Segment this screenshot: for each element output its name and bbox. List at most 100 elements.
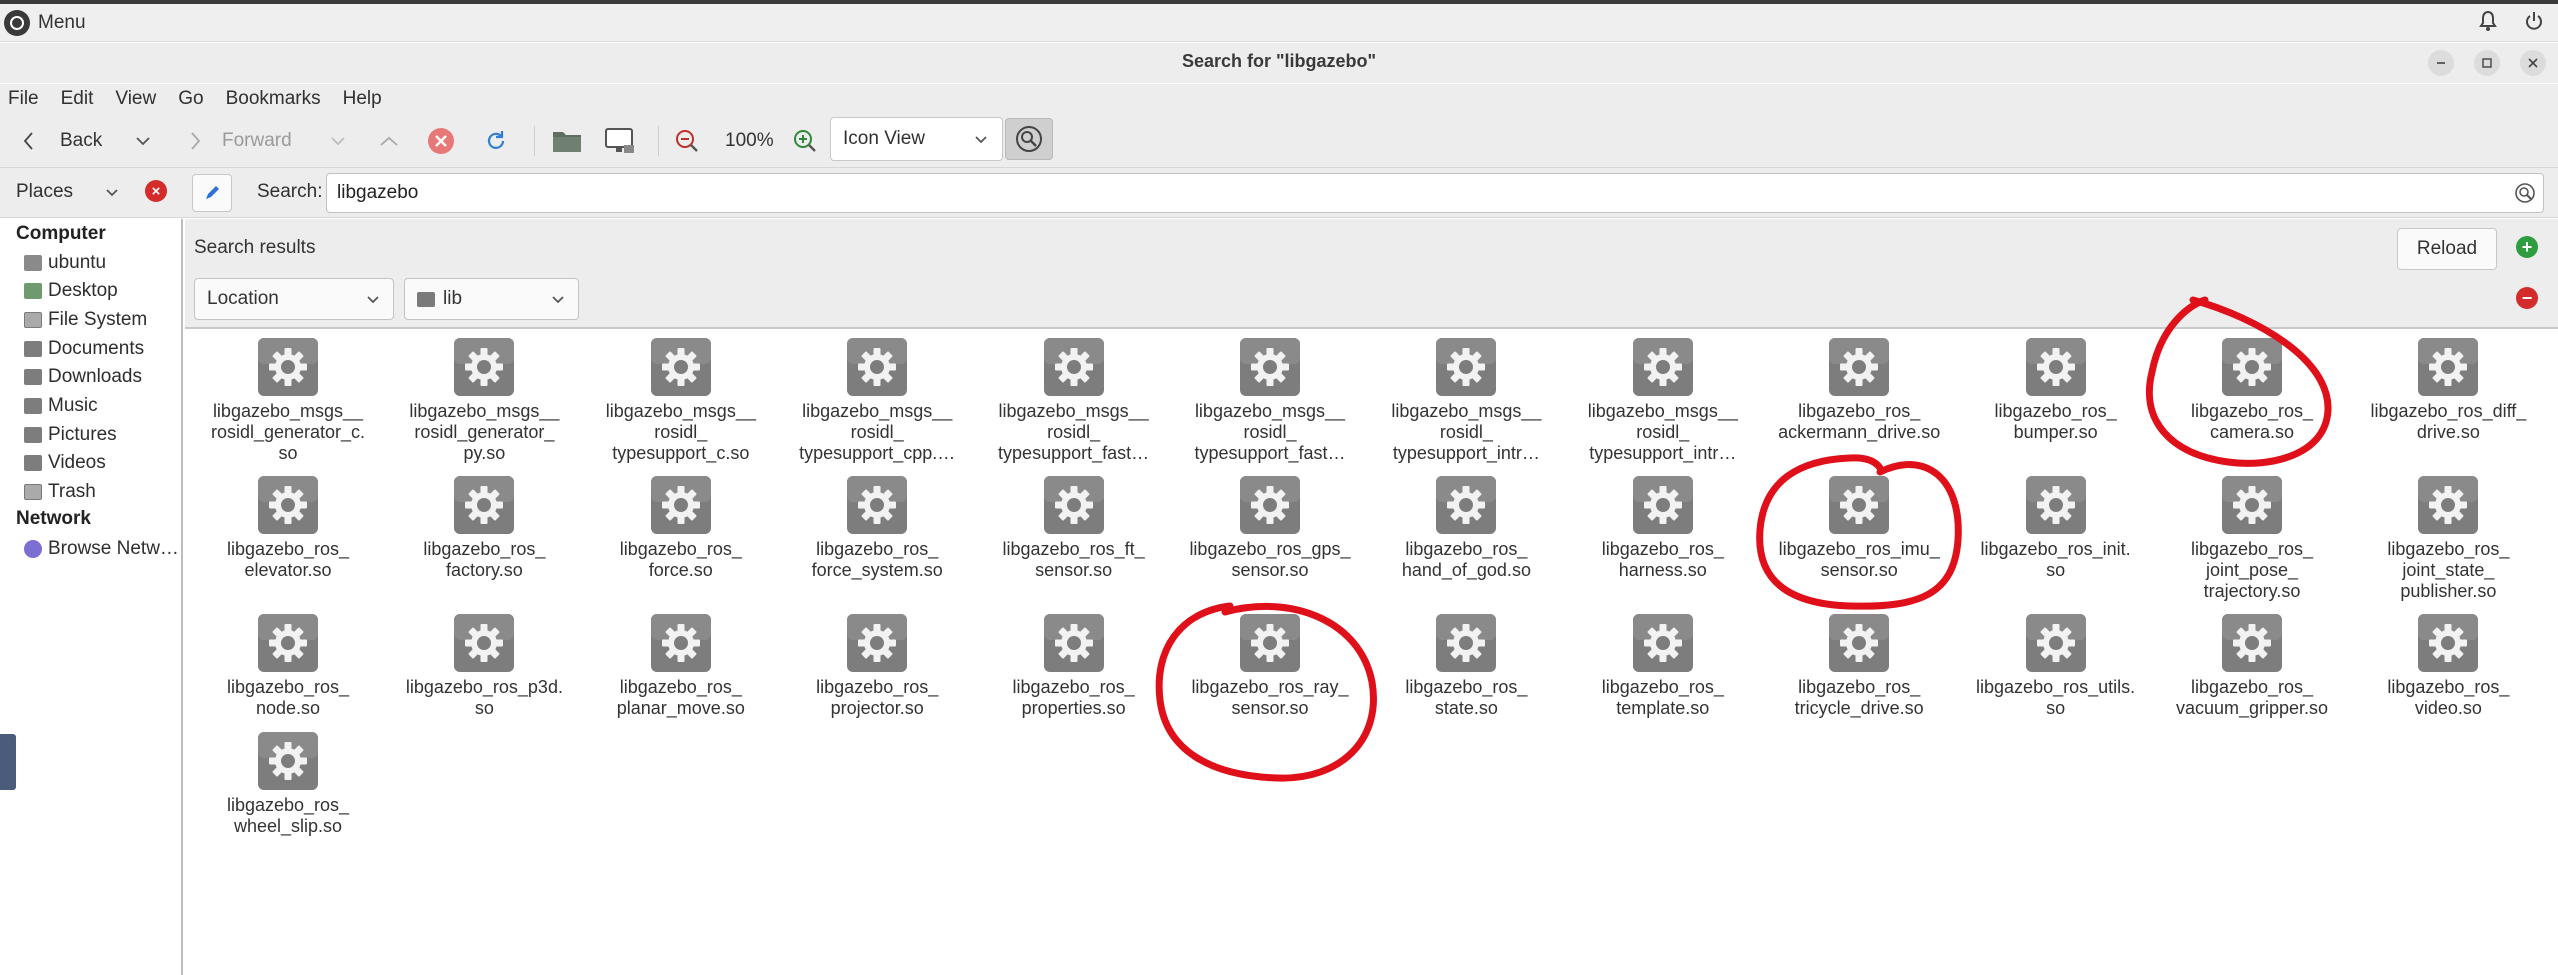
search-icon — [1016, 126, 1042, 152]
menu-bookmarks[interactable]: Bookmarks — [226, 88, 321, 110]
file-name: libgazebo_ros_ vacuum_gripper.so — [2175, 677, 2329, 718]
view-mode-select[interactable]: Icon View — [830, 117, 1003, 161]
forward-history-dropdown[interactable] — [327, 124, 349, 158]
shared-library-gear-icon — [1829, 338, 1890, 396]
file-name: libgazebo_ros_p3d. so — [405, 677, 563, 718]
drive-icon — [24, 312, 42, 328]
menu-go[interactable]: Go — [178, 88, 203, 110]
file-name: libgazebo_ros_ joint_state_ publisher.so — [2387, 539, 2510, 601]
chevron-down-icon[interactable] — [102, 182, 122, 202]
reload-button[interactable]: Reload — [2397, 228, 2497, 270]
sidebar-heading-network: Network — [16, 508, 91, 529]
view-mode-label: Icon View — [843, 128, 926, 149]
zoom-in-icon — [794, 130, 816, 152]
zoom-in-button[interactable] — [793, 124, 817, 158]
sidebar-item-label: Music — [48, 395, 98, 416]
file-name: libgazebo_msgs__ rosidl_ typesupport_c.s… — [605, 401, 756, 463]
back-arrow-icon — [23, 132, 33, 150]
minimize-button[interactable] — [2428, 50, 2454, 76]
zoom-out-button[interactable] — [675, 124, 699, 158]
file-name: libgazebo_ros_ wheel_slip.so — [226, 795, 350, 836]
menu-label[interactable]: Menu — [38, 12, 86, 34]
search-label: Search: — [257, 181, 323, 202]
forward-button[interactable]: Forward — [184, 124, 292, 158]
sidebar-item-pictures[interactable]: Pictures — [24, 422, 117, 448]
file-name: libgazebo_ros_ bumper.so — [1994, 401, 2117, 442]
shared-library-gear-icon — [650, 614, 711, 672]
back-history-dropdown[interactable] — [132, 124, 154, 158]
refresh-icon — [487, 131, 505, 149]
menu-edit[interactable]: Edit — [61, 88, 94, 110]
shared-library-gear-icon — [1043, 338, 1104, 396]
sidebar-item-videos[interactable]: Videos — [24, 450, 106, 476]
menu-view[interactable]: View — [115, 88, 156, 110]
power-icon[interactable] — [2524, 10, 2544, 32]
places-selector-label[interactable]: Places — [16, 181, 73, 203]
shared-library-gear-icon — [258, 614, 318, 672]
shared-library-gear-icon — [2025, 614, 2086, 672]
file-name: libgazebo_ros_ tricycle_drive.so — [1794, 677, 1924, 718]
sidebar-item-documents[interactable]: Documents — [24, 336, 144, 362]
toolbar: Back Forward 100% — [0, 114, 2558, 168]
shared-library-gear-icon — [1436, 476, 1497, 534]
search-toggle-button[interactable] — [1005, 118, 1053, 160]
file-name: libgazebo_ros_ state.so — [1405, 677, 1528, 718]
close-sidebar-button[interactable]: × — [145, 180, 167, 202]
file-name: libgazebo_ros_ camera.so — [2190, 401, 2314, 442]
shared-library-gear-icon — [1436, 614, 1497, 672]
folder-icon — [24, 369, 42, 385]
file-name: libgazebo_ros_ force.so — [619, 539, 742, 580]
sidebar-item-trash[interactable]: Trash — [24, 479, 96, 505]
add-criterion-button[interactable]: + — [2516, 236, 2538, 258]
minus-icon: − — [2521, 287, 2533, 308]
sidebar-drag-handle[interactable] — [0, 734, 16, 790]
stop-icon — [428, 128, 454, 154]
sidebar-item-file-system[interactable]: File System — [24, 307, 147, 333]
sidebar-item-ubuntu[interactable]: ubuntu — [24, 250, 106, 276]
sidebar-item-music[interactable]: Music — [24, 393, 98, 419]
pencil-icon — [206, 186, 219, 199]
edit-location-button[interactable] — [192, 174, 232, 212]
close-window-button[interactable] — [2520, 50, 2546, 76]
zoom-level[interactable]: 100% — [725, 124, 774, 158]
home-folder-icon — [24, 255, 42, 271]
file-name: libgazebo_msgs__ rosidl_ typesupport_fas… — [1194, 401, 1346, 463]
window-titlebar[interactable]: Search for "libgazebo" — [0, 43, 2558, 83]
shared-library-gear-icon — [2222, 338, 2282, 396]
criterion-type-label: Location — [207, 288, 279, 309]
up-button[interactable] — [376, 124, 402, 158]
system-tray — [2478, 10, 2544, 32]
file-name: libgazebo_ros_ projector.so — [816, 677, 939, 718]
stop-button[interactable] — [427, 124, 455, 158]
shared-library-gear-icon — [454, 338, 515, 396]
remove-criterion-button[interactable]: − — [2516, 287, 2538, 309]
location-folder-select[interactable]: lib — [404, 278, 579, 320]
close-icon: × — [151, 182, 161, 200]
search-icon[interactable] — [2514, 182, 2536, 204]
reload-button[interactable] — [484, 124, 508, 158]
sidebar-item-browse-network[interactable]: Browse Netw… — [24, 536, 179, 562]
computer-button[interactable] — [604, 124, 636, 158]
maximize-button[interactable] — [2474, 50, 2500, 76]
menu-help[interactable]: Help — [343, 88, 382, 110]
sidebar-item-downloads[interactable]: Downloads — [24, 364, 142, 390]
sidebar-item-label: Pictures — [48, 424, 117, 445]
sidebar-item-desktop[interactable]: Desktop — [24, 278, 118, 304]
menu-logo-icon[interactable] — [4, 9, 30, 36]
file-name: libgazebo_ros_utils. so — [1976, 677, 2136, 718]
menu-file[interactable]: File — [8, 88, 39, 110]
folder-icon — [24, 398, 42, 414]
criterion-type-select[interactable]: Location — [194, 278, 394, 320]
file-name: libgazebo_ros_ hand_of_god.so — [1401, 539, 1531, 580]
home-button[interactable] — [552, 124, 582, 158]
notification-bell-icon[interactable] — [2478, 10, 2498, 32]
search-input[interactable] — [326, 173, 2544, 213]
sidebar-item-label: ubuntu — [48, 252, 107, 273]
file-name: libgazebo_ros_ ackermann_drive.so — [1778, 401, 1941, 442]
back-button[interactable]: Back — [18, 124, 102, 158]
folder-icon — [553, 132, 581, 152]
shared-library-gear-icon — [847, 476, 908, 534]
shared-library-gear-icon — [2418, 476, 2479, 534]
file-name: libgazebo_ros_ planar_move.so — [616, 677, 745, 718]
file-name: libgazebo_ros_ force_system.so — [811, 539, 943, 580]
